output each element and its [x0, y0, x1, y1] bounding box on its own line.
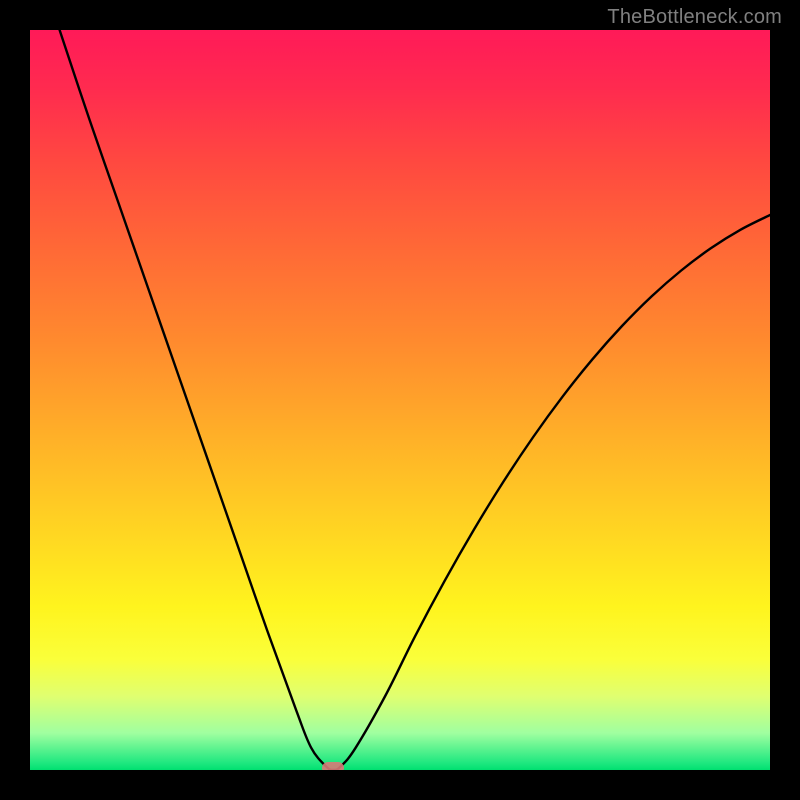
optimal-point-marker — [322, 762, 344, 770]
curve-svg — [30, 30, 770, 770]
watermark-label: TheBottleneck.com — [607, 6, 782, 29]
plot-area — [30, 30, 770, 770]
bottleneck-curve — [60, 30, 770, 770]
